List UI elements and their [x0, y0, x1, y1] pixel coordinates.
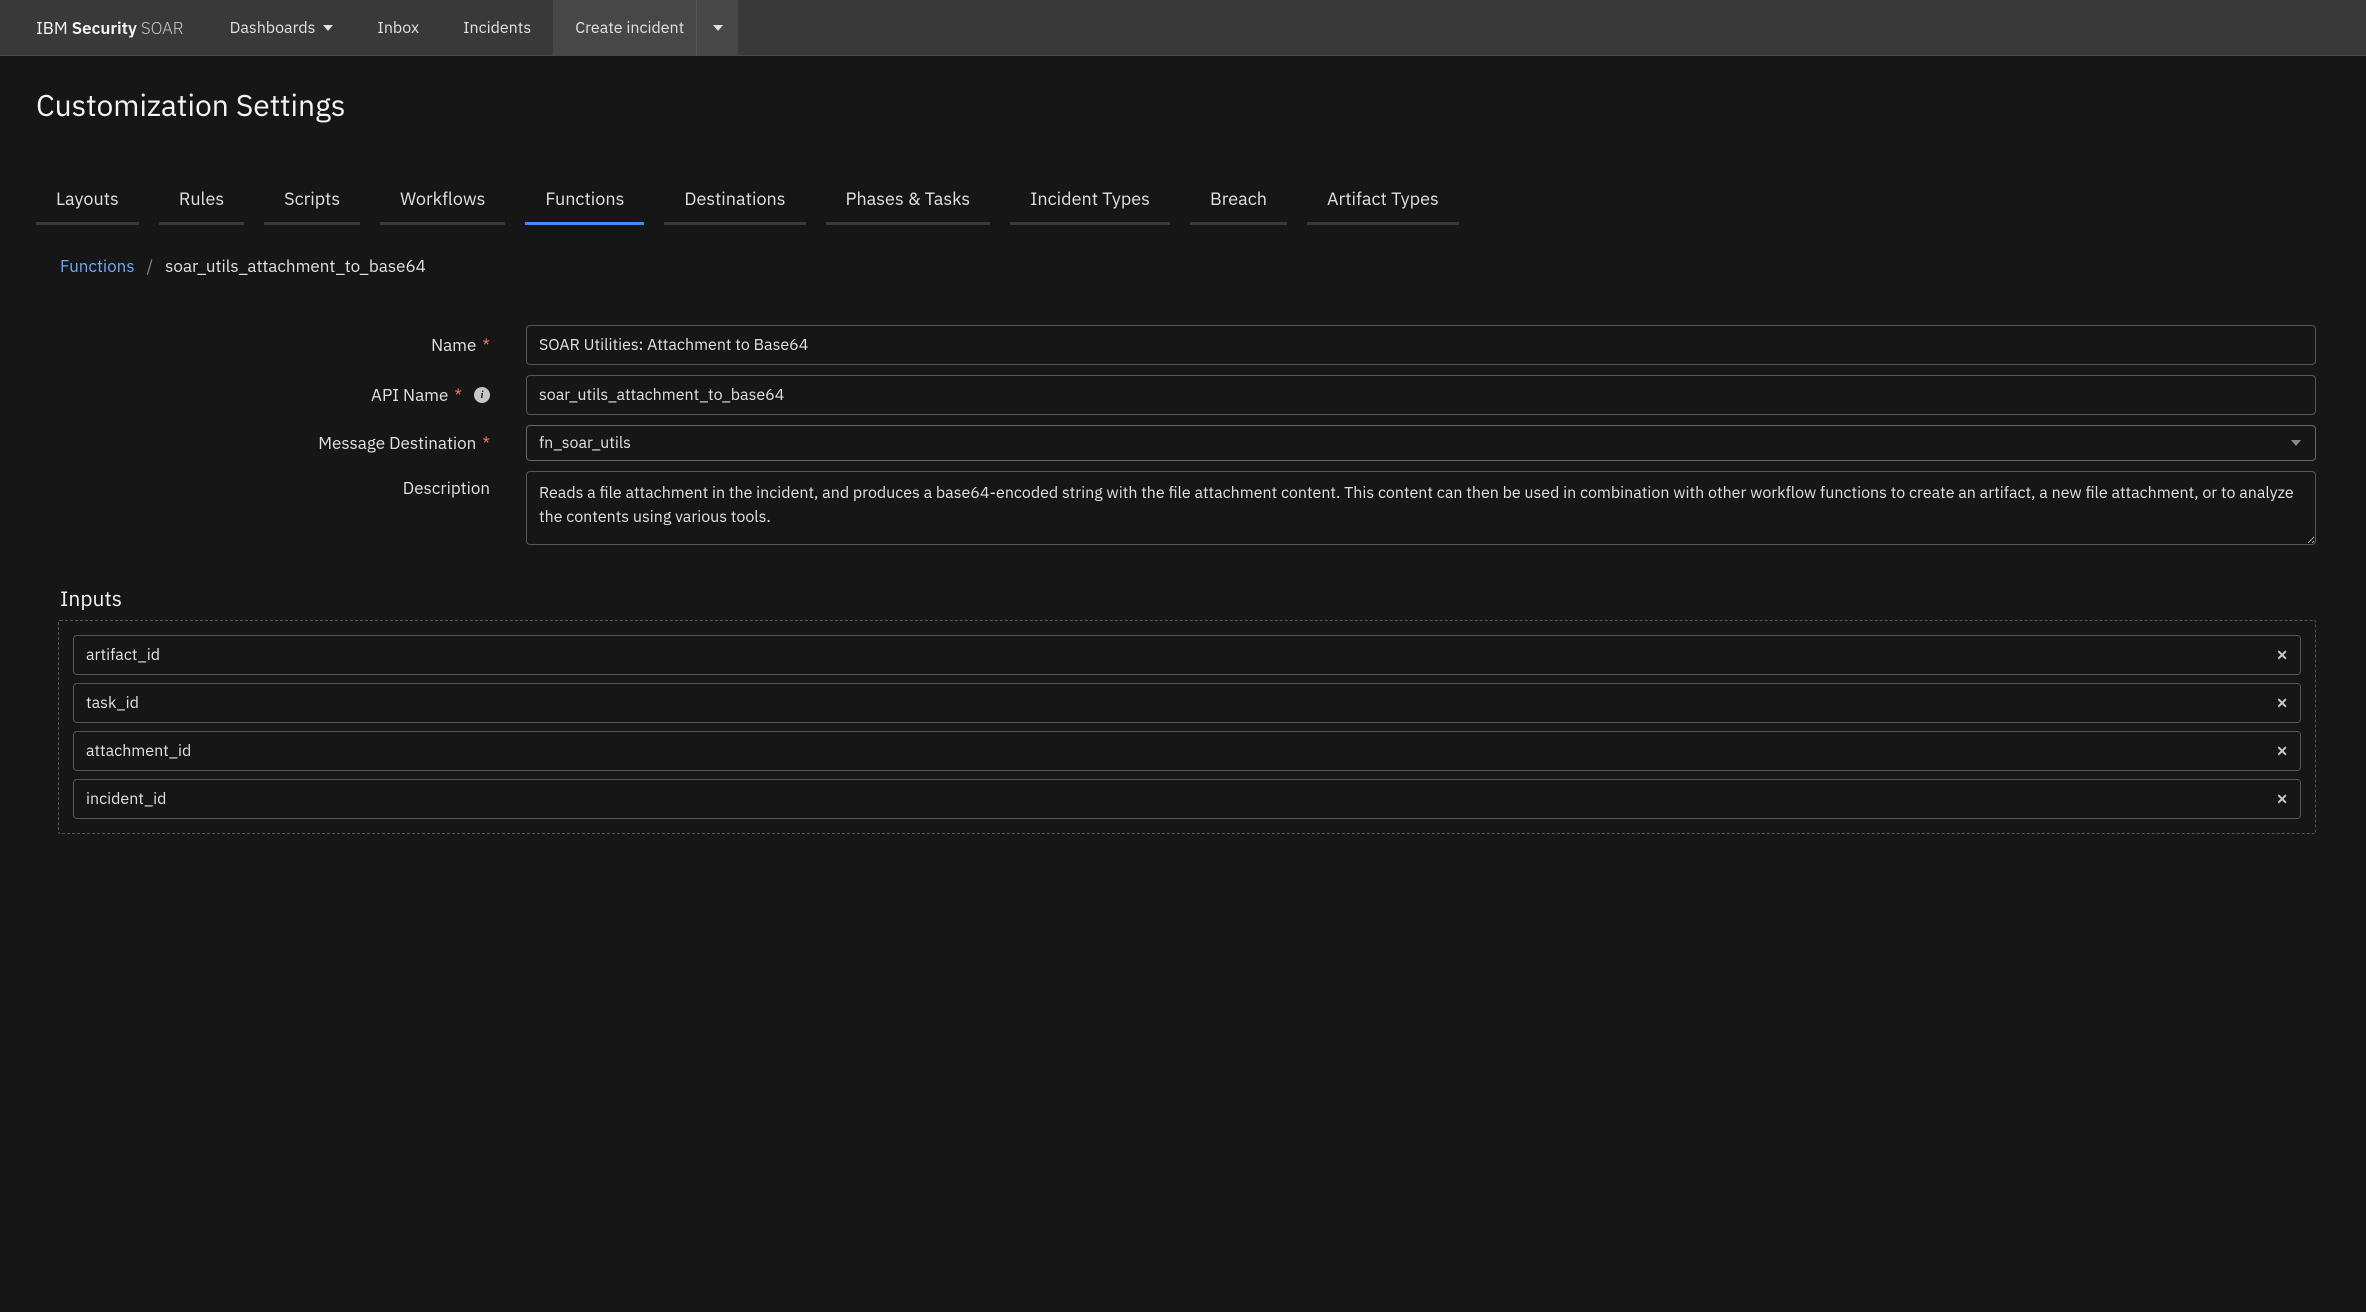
nav-inbox-label: Inbox — [377, 18, 419, 38]
input-tag-artifact-id[interactable]: artifact_id ✕ — [73, 635, 2301, 675]
input-tag-label: incident_id — [86, 789, 166, 809]
info-icon[interactable]: i — [474, 387, 490, 403]
breadcrumb: Functions / soar_utils_attachment_to_bas… — [60, 255, 2330, 277]
caret-down-icon — [713, 25, 723, 31]
row-description: Description — [36, 471, 2330, 550]
nav-incidents[interactable]: Incidents — [441, 0, 553, 56]
row-message-destination: Message Destination* fn_soar_utils — [36, 425, 2330, 461]
select-value: fn_soar_utils — [539, 433, 631, 453]
message-destination-select[interactable]: fn_soar_utils — [526, 425, 2316, 461]
api-name-input[interactable] — [526, 375, 2316, 415]
nav-inbox[interactable]: Inbox — [355, 0, 441, 56]
breadcrumb-current: soar_utils_attachment_to_base64 — [165, 255, 426, 277]
tab-destinations[interactable]: Destinations — [664, 177, 805, 225]
row-api-name: API Name* i — [36, 375, 2330, 415]
page-title: Customization Settings — [36, 86, 2330, 125]
name-input[interactable] — [526, 325, 2316, 365]
caret-down-icon — [323, 25, 333, 31]
input-tag-task-id[interactable]: task_id ✕ — [73, 683, 2301, 723]
input-tag-incident-id[interactable]: incident_id ✕ — [73, 779, 2301, 819]
remove-icon[interactable]: ✕ — [2276, 694, 2288, 712]
tab-workflows[interactable]: Workflows — [380, 177, 505, 225]
required-star: * — [482, 334, 490, 356]
nav-incidents-label: Incidents — [463, 18, 531, 38]
caret-down-icon — [2291, 440, 2301, 446]
remove-icon[interactable]: ✕ — [2276, 790, 2288, 808]
breadcrumb-root-link[interactable]: Functions — [60, 255, 135, 277]
tab-artifact-types[interactable]: Artifact Types — [1307, 177, 1459, 225]
tab-breach[interactable]: Breach — [1190, 177, 1287, 225]
topbar: IBM Security SOAR Dashboards Inbox Incid… — [0, 0, 2366, 56]
brand-text-soar: SOAR — [141, 17, 184, 39]
required-star: * — [482, 432, 490, 454]
brand-text-security: Security — [72, 17, 137, 39]
create-incident-dropdown[interactable] — [696, 0, 738, 56]
input-tag-label: attachment_id — [86, 741, 191, 761]
settings-tabs: Layouts Rules Scripts Workflows Function… — [36, 177, 2330, 225]
brand-text-ibm: IBM — [36, 17, 68, 39]
nav-create-incident[interactable]: Create incident — [553, 0, 696, 56]
nav-dashboards-label: Dashboards — [230, 18, 316, 38]
tab-rules[interactable]: Rules — [159, 177, 244, 225]
required-star: * — [454, 384, 462, 406]
page-content: Customization Settings Layouts Rules Scr… — [0, 56, 2366, 864]
input-tag-label: task_id — [86, 693, 139, 713]
label-name: Name* — [36, 334, 526, 356]
nav-create-label: Create incident — [575, 18, 684, 38]
tab-incident-types[interactable]: Incident Types — [1010, 177, 1170, 225]
label-message-destination: Message Destination* — [36, 432, 526, 454]
input-tag-attachment-id[interactable]: attachment_id ✕ — [73, 731, 2301, 771]
brand-logo: IBM Security SOAR — [0, 17, 208, 39]
breadcrumb-separator: / — [147, 255, 154, 277]
remove-icon[interactable]: ✕ — [2276, 646, 2288, 664]
row-name: Name* — [36, 325, 2330, 365]
label-description: Description — [36, 471, 526, 499]
nav-dashboards[interactable]: Dashboards — [208, 0, 356, 56]
tab-phases-tasks[interactable]: Phases & Tasks — [826, 177, 991, 225]
remove-icon[interactable]: ✕ — [2276, 742, 2288, 760]
label-api-name: API Name* i — [36, 384, 526, 406]
inputs-title: Inputs — [60, 584, 2330, 612]
input-tag-label: artifact_id — [86, 645, 160, 665]
description-textarea[interactable] — [526, 471, 2316, 545]
tab-layouts[interactable]: Layouts — [36, 177, 139, 225]
tab-functions[interactable]: Functions — [525, 177, 644, 225]
inputs-box: artifact_id ✕ task_id ✕ attachment_id ✕ … — [58, 620, 2316, 834]
tab-scripts[interactable]: Scripts — [264, 177, 360, 225]
